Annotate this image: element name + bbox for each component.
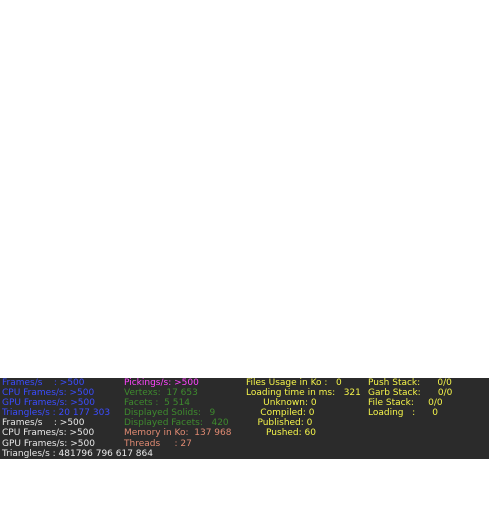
stack-stats-column: Push Stack: 0/0 Garb Stack: 0/0 File Stack…: [368, 378, 452, 418]
stat-line: Displayed Solids: 9: [124, 408, 216, 419]
stat-line: Published: 0: [246, 418, 313, 429]
stat-line: Triangles/s : 481796 796 617 864: [2, 448, 153, 459]
file-stats-column: Files Usage in Ko : 0 Loading time in ms:…: [246, 378, 361, 439]
stat-line: Pushed: 60: [246, 428, 316, 439]
scene-stats-column: Pickings/s: >500 Vertexs: 17 653 Facets : …: [124, 378, 231, 449]
stat-line: File Stack: 0/0: [368, 398, 443, 409]
stat-line: Compiled: 0: [246, 408, 315, 419]
stat-line: Loading time in ms: 321: [246, 388, 361, 399]
stat-line: Unknown: 0: [246, 398, 317, 409]
stat-line: Displayed Facets: 420: [124, 418, 229, 429]
stat-line: Garb Stack: 0/0: [368, 388, 453, 399]
stat-line: Memory in Ko: 137 968: [124, 428, 232, 439]
stat-line: Files Usage in Ko : 0: [246, 378, 342, 388]
stat-line: Vertexs: 17 653: [124, 388, 198, 399]
stat-line: Loading : 0: [368, 408, 439, 419]
stat-line: Pickings/s: >500: [124, 378, 199, 388]
statistics-overlay-panel: Frames/s : >500 CPU Frames/s: >500 GPU Fra…: [0, 378, 489, 459]
stat-line: Push Stack: 0/0: [368, 378, 452, 388]
stat-line: Threads : 27: [124, 438, 192, 449]
stat-line: Facets : 5 514: [124, 398, 190, 409]
